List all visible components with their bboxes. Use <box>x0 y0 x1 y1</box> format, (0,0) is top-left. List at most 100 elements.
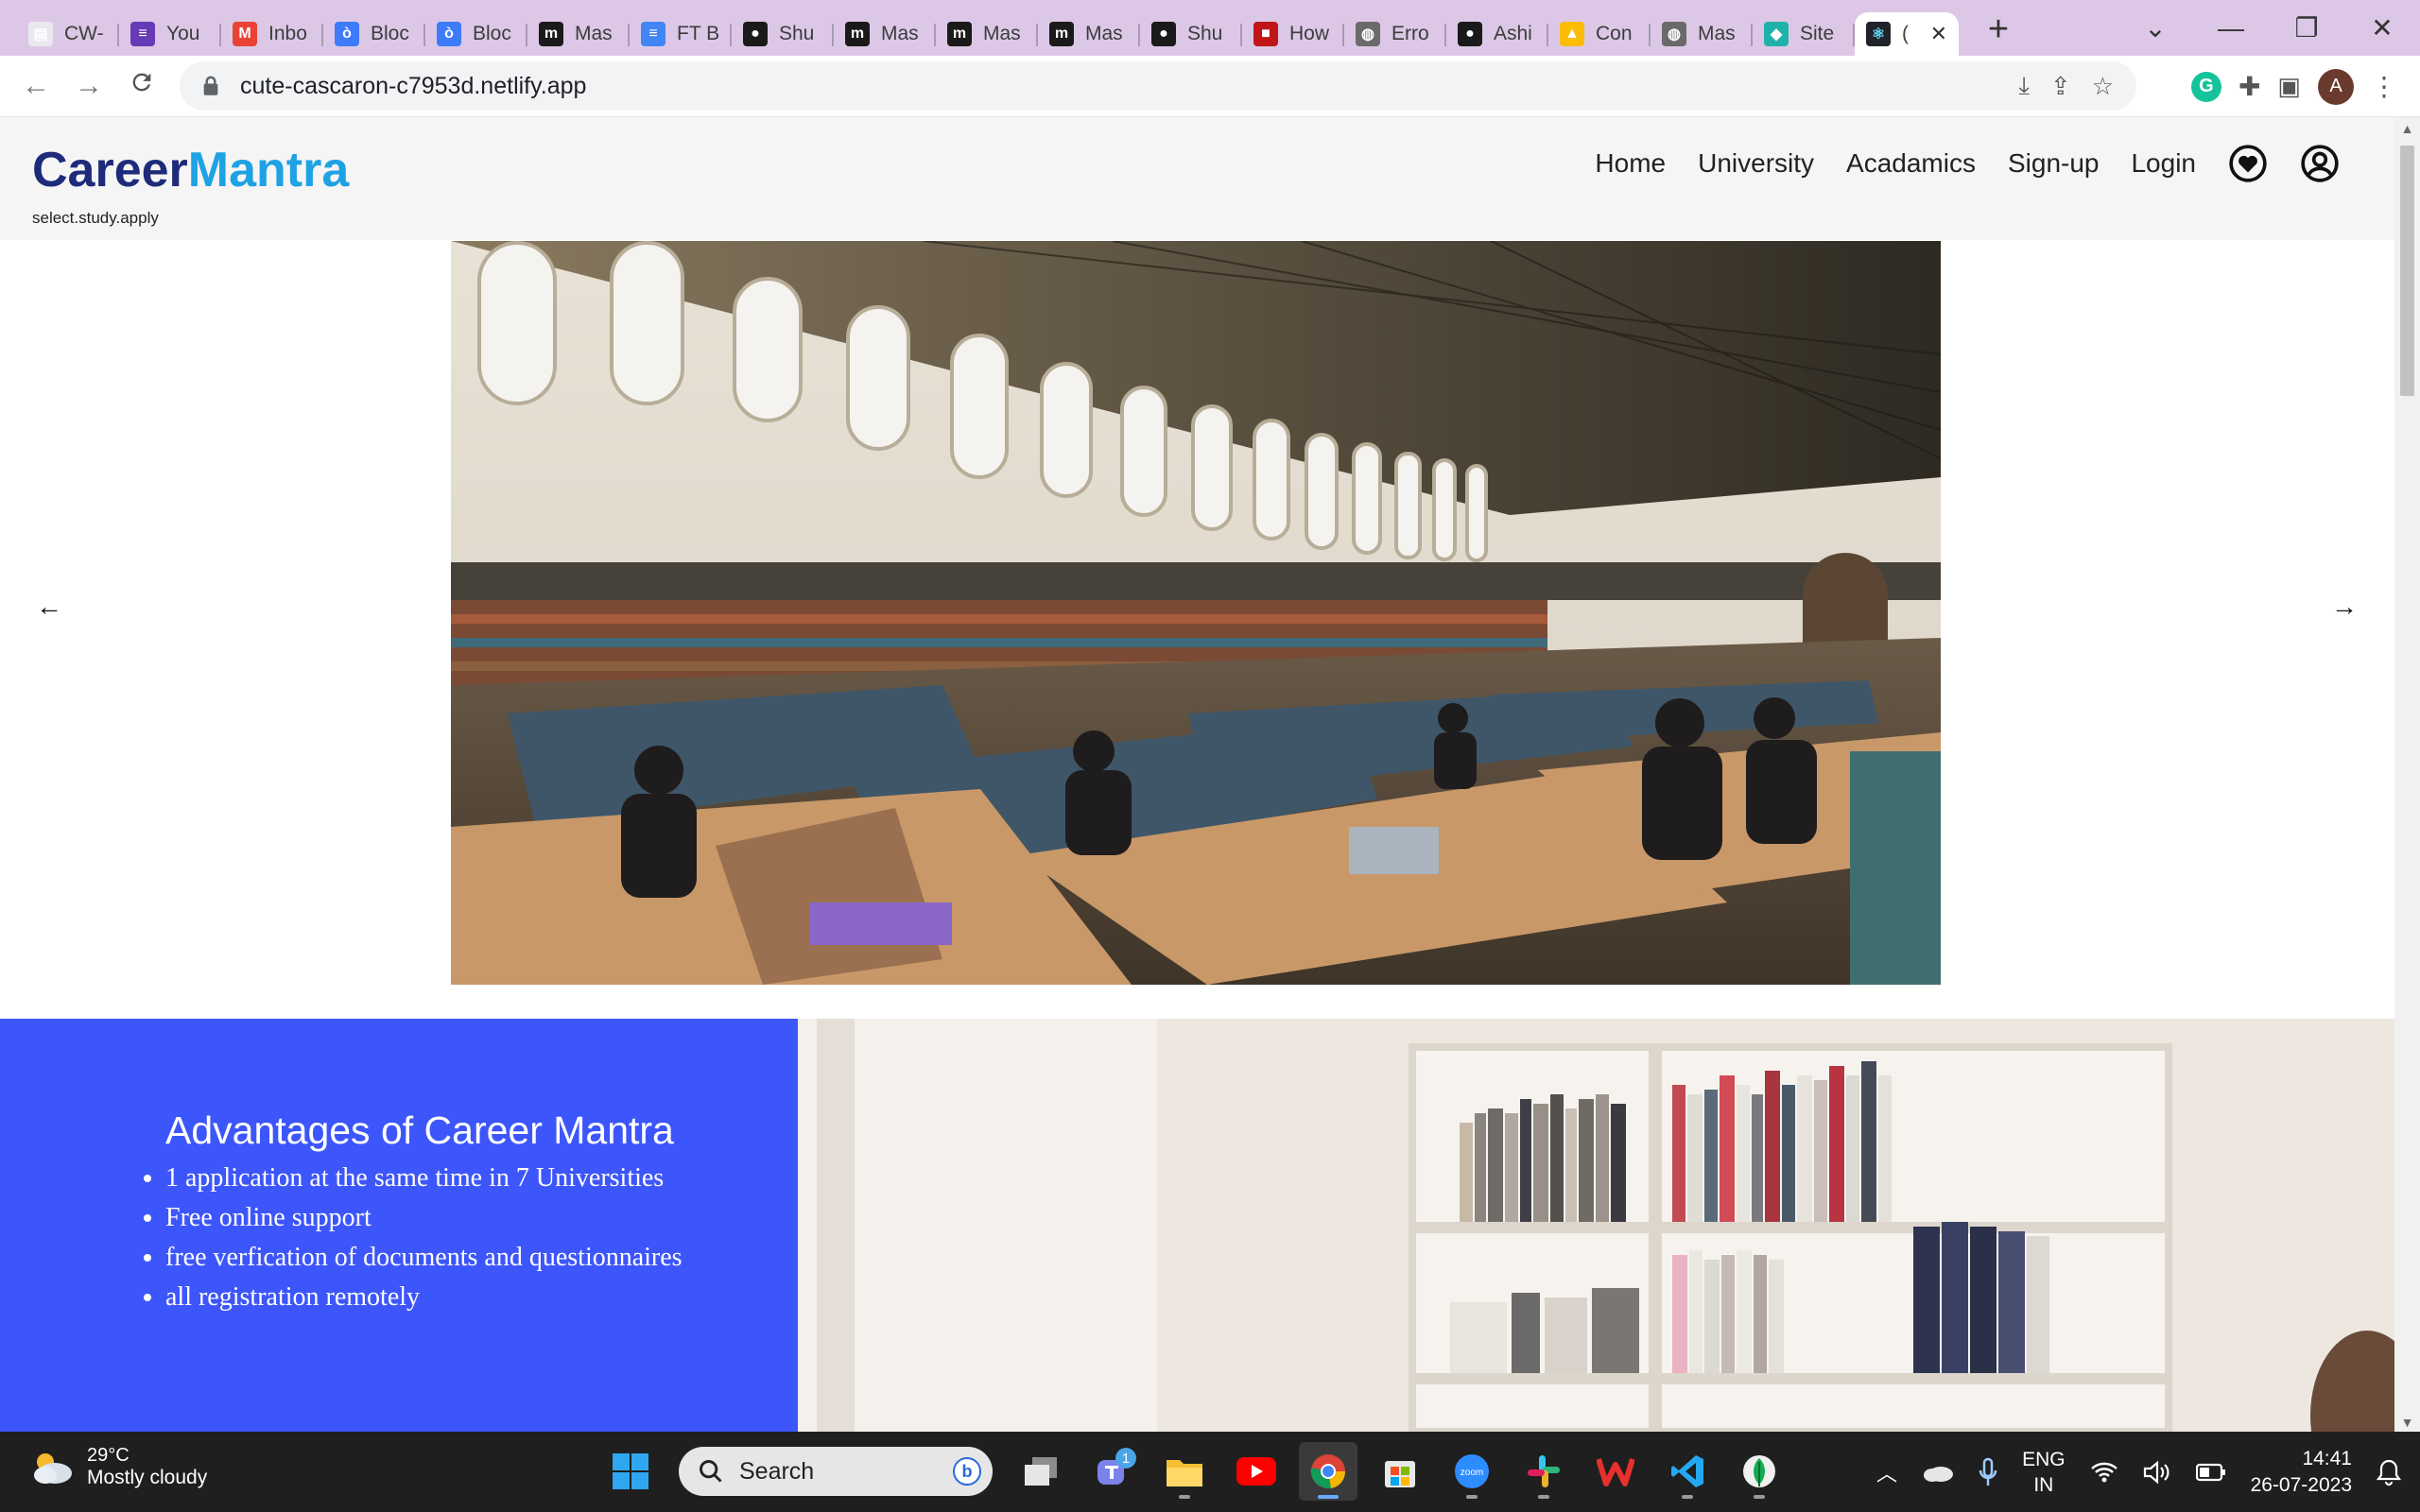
slack-app[interactable] <box>1514 1442 1573 1501</box>
browser-tab[interactable]: m Mas <box>1038 12 1140 56</box>
browser-tab[interactable]: m Mas <box>527 12 630 56</box>
react-icon: ⚛ <box>1866 22 1891 46</box>
browser-tab[interactable]: ◍ Mas <box>1651 12 1753 56</box>
browser-tab[interactable]: ● Ashi <box>1446 12 1548 56</box>
profile-avatar[interactable]: A <box>2318 68 2354 105</box>
minimize-button[interactable]: — <box>2193 13 2269 43</box>
weather-condition: Mostly cloudy <box>87 1467 208 1488</box>
forward-button[interactable]: → <box>62 70 115 102</box>
carousel-prev-arrow[interactable]: ← <box>30 592 68 622</box>
user-profile-icon[interactable] <box>2300 144 2340 183</box>
cloud-sun-icon <box>34 1452 72 1484</box>
teams-chat-app[interactable]: 1 <box>1083 1442 1142 1501</box>
page-scrollbar[interactable]: ▲ ▼ <box>2394 117 2420 1432</box>
running-indicator <box>1538 1495 1549 1499</box>
file-explorer-app[interactable] <box>1155 1442 1214 1501</box>
youtube-app[interactable] <box>1227 1442 1286 1501</box>
tab-title: FT B <box>677 23 720 44</box>
nav-university[interactable]: University <box>1698 148 1814 179</box>
browser-tab[interactable]: M Inbo <box>221 12 323 56</box>
site-logo[interactable]: CareerMantra <box>32 142 349 198</box>
restore-button[interactable]: ❐ <box>2269 12 2344 43</box>
close-tab-icon[interactable]: ✕ <box>1930 22 1947 46</box>
wps-office-app[interactable] <box>1586 1442 1645 1501</box>
tab-search-dropdown-icon[interactable]: ⌄ <box>2118 12 2193 43</box>
nav-signup[interactable]: Sign-up <box>2008 148 2100 179</box>
teams-notification-badge: 1 <box>1115 1448 1136 1469</box>
system-clock[interactable]: 14:41 26-07-2023 <box>2251 1446 2352 1499</box>
browser-tab[interactable]: ò Bloc <box>425 12 527 56</box>
browser-tab-active[interactable]: ⚛ (✕ <box>1855 12 1959 56</box>
side-panel-icon[interactable]: ▣ <box>2277 72 2301 101</box>
region-code: IN <box>2033 1473 2054 1496</box>
docs-icon: ≡ <box>641 22 666 46</box>
tab-title: Mas <box>1698 23 1736 44</box>
running-indicator <box>1179 1495 1190 1499</box>
nav-home[interactable]: Home <box>1595 148 1666 179</box>
battery-icon[interactable] <box>2195 1463 2226 1482</box>
show-hidden-icons-chevron-icon[interactable]: ︿ <box>1876 1457 1897 1487</box>
carousel-next-arrow[interactable]: → <box>2325 592 2363 622</box>
browser-tab-strip: ▤ CW- ≡ You M Inbo ò Bloc ò Bloc m Mas ≡ FT B ● Shu m Mas… <box>0 0 2420 56</box>
chrome-app[interactable] <box>1299 1442 1357 1501</box>
scrollbar-thumb[interactable] <box>2400 146 2414 396</box>
extensions-puzzle-icon[interactable]: ✚ <box>2238 71 2260 102</box>
scroll-up-arrow-icon[interactable]: ▲ <box>2394 121 2420 136</box>
back-button[interactable]: ← <box>9 70 62 102</box>
browser-tab[interactable]: ● Shu <box>732 12 834 56</box>
language-indicator[interactable]: ENG IN <box>2022 1447 2066 1498</box>
share-icon[interactable]: ⇪ <box>2050 72 2071 101</box>
weather-widget[interactable]: 29°C Mostly cloudy <box>28 1445 207 1489</box>
nav-academics[interactable]: Acadamics <box>1846 148 1976 179</box>
browser-tab[interactable]: m Mas <box>936 12 1038 56</box>
browser-tab[interactable]: ◍ Erro <box>1344 12 1446 56</box>
browser-tab[interactable]: ● Shu <box>1140 12 1242 56</box>
slack-icon <box>1528 1455 1560 1487</box>
browser-tab[interactable]: ≡ You <box>119 12 221 56</box>
volume-icon[interactable] <box>2143 1460 2171 1485</box>
close-window-button[interactable]: ✕ <box>2344 12 2420 43</box>
bookmark-star-icon[interactable]: ☆ <box>2092 72 2114 101</box>
browser-tab[interactable]: ≡ FT B <box>630 12 732 56</box>
browser-tab[interactable]: m Mas <box>834 12 936 56</box>
microphone-icon[interactable] <box>1979 1457 1997 1487</box>
notification-bell-icon[interactable] <box>2377 1458 2401 1486</box>
reload-button[interactable] <box>115 69 168 103</box>
github-icon: ● <box>1458 22 1482 46</box>
task-view-button[interactable] <box>1011 1442 1070 1501</box>
browser-tab[interactable]: ◆ Site <box>1753 12 1855 56</box>
mongodb-compass-app[interactable] <box>1730 1442 1789 1501</box>
browser-tab[interactable]: ò Bloc <box>323 12 425 56</box>
microsoft-store-app[interactable] <box>1371 1442 1429 1501</box>
onedrive-cloud-icon[interactable] <box>1922 1462 1954 1483</box>
start-button[interactable] <box>601 1442 660 1501</box>
taskbar-search-input[interactable]: Search b <box>679 1447 993 1496</box>
blockchain-icon: ò <box>437 22 461 46</box>
folder-icon <box>1167 1460 1202 1486</box>
browser-tab[interactable]: ▤ CW- <box>17 12 119 56</box>
scroll-down-arrow-icon[interactable]: ▼ <box>2394 1415 2420 1430</box>
browser-tab[interactable]: ▲ Con <box>1548 12 1651 56</box>
masai-icon: m <box>1049 22 1074 46</box>
vscode-app[interactable] <box>1658 1442 1717 1501</box>
list-item: Free online support <box>165 1198 683 1238</box>
search-placeholder: Search <box>739 1457 815 1485</box>
install-app-icon[interactable]: ⤓ <box>2018 71 2030 101</box>
bing-icon[interactable]: b <box>953 1457 981 1486</box>
wifi-icon[interactable] <box>2090 1461 2118 1484</box>
nav-login[interactable]: Login <box>2131 148 2196 179</box>
zoom-app[interactable]: zoom <box>1443 1442 1501 1501</box>
advantages-heading: Advantages of Career Mantra <box>165 1108 674 1152</box>
wps-icon <box>1597 1458 1634 1486</box>
new-tab-button[interactable]: + <box>1978 9 2019 50</box>
grammarly-extension-icon[interactable]: G <box>2190 71 2221 102</box>
url-text: cute-cascaron-c7953d.netlify.app <box>240 72 587 99</box>
tab-title: Shu <box>1187 23 1223 44</box>
address-bar[interactable]: cute-cascaron-c7953d.netlify.app ⤓ ⇪ ☆ <box>180 61 2136 111</box>
tab-title: How <box>1289 23 1330 44</box>
wishlist-heart-icon[interactable] <box>2228 144 2268 183</box>
browser-tab[interactable]: ■ How <box>1242 12 1344 56</box>
browser-menu-icon[interactable]: ⋮ <box>2371 71 2397 102</box>
tab-title: You <box>166 23 200 44</box>
tab-title: Bloc <box>473 23 511 44</box>
